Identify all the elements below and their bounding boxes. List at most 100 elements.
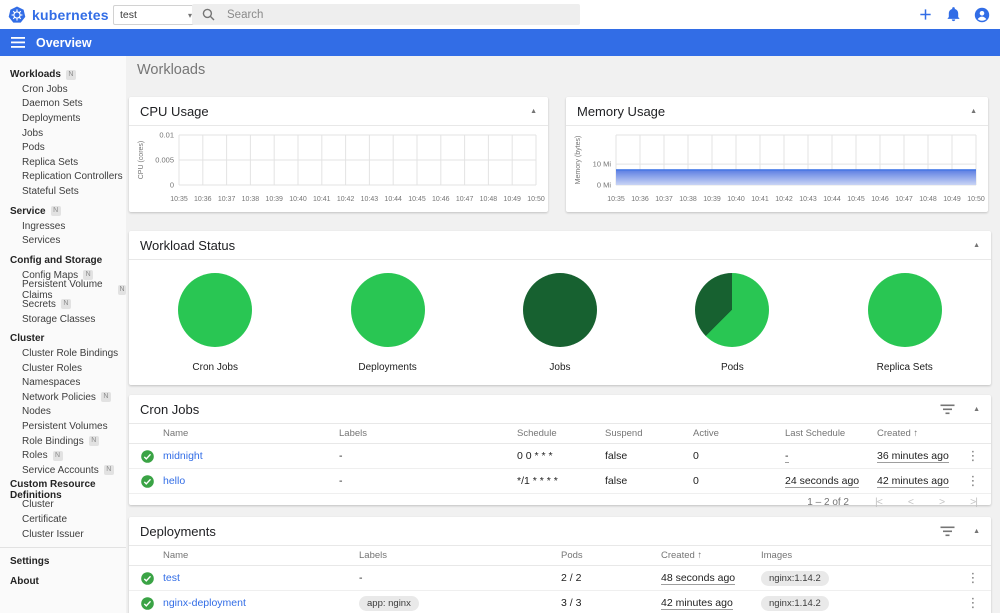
- svg-text:Memory (bytes): Memory (bytes): [575, 136, 582, 185]
- svg-text:10:44: 10:44: [823, 196, 841, 203]
- svg-text:10:43: 10:43: [361, 196, 379, 203]
- search-input[interactable]: [225, 7, 529, 22]
- column-header-name[interactable]: Name: [163, 550, 359, 561]
- sidebar-item-settings[interactable]: Settings: [0, 554, 126, 569]
- cpu-card-title: CPU Usage: [140, 103, 209, 119]
- create-resource-icon[interactable]: [918, 7, 933, 22]
- pie-chart: [178, 273, 253, 347]
- sidebar-section-config-and-storage[interactable]: Config and Storage: [0, 253, 126, 268]
- pagination: 1 – 2 of 2 |< < > >|: [129, 494, 991, 510]
- next-page-button[interactable]: >: [939, 496, 945, 508]
- sidebar-section-custom-resource-definitions[interactable]: Custom Resource Definitions: [0, 479, 126, 501]
- workload-status-pie-jobs: Jobs: [485, 273, 635, 373]
- svg-text:10:50: 10:50: [967, 196, 985, 203]
- column-header-created[interactable]: Created ↑: [877, 428, 955, 439]
- search-icon: [202, 8, 215, 21]
- menu-hamburger-icon[interactable]: [11, 37, 25, 48]
- svg-text:10:42: 10:42: [337, 196, 355, 203]
- row-menu-kebab-icon[interactable]: ⋮: [955, 595, 991, 611]
- sidebar-item-stateful-sets[interactable]: Stateful Sets: [0, 184, 126, 199]
- sidebar-item-cluster-role-bindings[interactable]: Cluster Role Bindings: [0, 346, 126, 361]
- sidebar-item-replication-controllers[interactable]: Replication Controllers: [0, 170, 126, 185]
- images-cell: nginx:1.14.2: [761, 595, 955, 611]
- svg-text:10:40: 10:40: [289, 196, 307, 203]
- sidebar-item-label: Replication Controllers: [22, 171, 123, 183]
- deployment-name-link[interactable]: nginx-deployment: [163, 597, 246, 609]
- deployment-name-link[interactable]: test: [163, 572, 180, 584]
- collapse-icon[interactable]: ▲: [973, 242, 980, 249]
- deployments-column-headers: Name Labels Pods Created ↑ Images: [129, 546, 991, 566]
- sidebar-item-label: Network Policies: [22, 391, 96, 403]
- sidebar-item-namespaces[interactable]: Namespaces: [0, 376, 126, 391]
- sidebar-item-replica-sets[interactable]: Replica Sets: [0, 155, 126, 170]
- kubernetes-logo[interactable]: kubernetes: [8, 6, 109, 24]
- sidebar-item-roles[interactable]: Roles N: [0, 448, 126, 463]
- collapse-icon[interactable]: ▲: [973, 528, 980, 535]
- sidebar-item-service-accounts[interactable]: Service Accounts N: [0, 463, 126, 478]
- filter-icon[interactable]: [940, 404, 955, 415]
- collapse-icon[interactable]: ▲: [970, 108, 977, 115]
- page-title: Workloads: [137, 62, 206, 78]
- sidebar-section-cluster[interactable]: Cluster: [0, 331, 126, 346]
- sidebar-item-ingresses[interactable]: Ingresses: [0, 219, 126, 234]
- account-user-icon[interactable]: [974, 7, 990, 23]
- column-header-labels[interactable]: Labels: [359, 550, 561, 561]
- sidebar-item-pods[interactable]: Pods: [0, 140, 126, 155]
- created-cell: 48 seconds ago: [661, 572, 761, 585]
- column-header-labels[interactable]: Labels: [339, 428, 517, 439]
- column-header-created[interactable]: Created ↑: [661, 550, 761, 561]
- column-header-images[interactable]: Images: [761, 550, 955, 561]
- filter-icon[interactable]: [940, 526, 955, 537]
- first-page-button[interactable]: |<: [875, 496, 883, 508]
- sidebar-item-persistent-volume-claims[interactable]: Persistent Volume Claims N: [0, 279, 126, 301]
- sidebar-item-nodes[interactable]: Nodes: [0, 405, 126, 420]
- sidebar-item-label: Ingresses: [22, 220, 66, 232]
- collapse-icon[interactable]: ▲: [973, 406, 980, 413]
- column-header-last-schedule[interactable]: Last Schedule: [785, 428, 877, 439]
- row-menu-kebab-icon[interactable]: ⋮: [955, 570, 991, 586]
- sidebar-item-cron-jobs[interactable]: Cron Jobs: [0, 82, 126, 97]
- svg-text:10:46: 10:46: [871, 196, 889, 203]
- sidebar-section-service[interactable]: Service N: [0, 204, 126, 219]
- sidebar-item-jobs[interactable]: Jobs: [0, 126, 126, 141]
- sidebar-section-workloads[interactable]: Workloads N: [0, 67, 126, 82]
- sidebar-item-storage-classes[interactable]: Storage Classes: [0, 312, 126, 327]
- previous-page-button[interactable]: <: [908, 496, 914, 508]
- topbar-actions: [918, 0, 990, 29]
- sidebar-item-role-bindings[interactable]: Role Bindings N: [0, 434, 126, 449]
- sidebar-item-cluster-roles[interactable]: Cluster Roles: [0, 361, 126, 376]
- sidebar-item-services[interactable]: Services: [0, 233, 126, 248]
- name-cell: midnight: [163, 450, 339, 462]
- schedule-cell: 0 0 * * *: [517, 450, 553, 462]
- sidebar-item-certificate[interactable]: Certificate: [0, 512, 126, 527]
- column-header-suspend[interactable]: Suspend: [605, 428, 693, 439]
- svg-text:10:39: 10:39: [703, 196, 721, 203]
- sidebar-item-cluster-issuer[interactable]: Cluster Issuer: [0, 527, 126, 542]
- column-header-schedule[interactable]: Schedule: [517, 428, 605, 439]
- sidebar-item-deployments[interactable]: Deployments: [0, 111, 126, 126]
- svg-text:10:38: 10:38: [242, 196, 260, 203]
- sidebar-item-label: Cluster: [22, 499, 54, 511]
- last-page-button[interactable]: >|: [970, 496, 978, 508]
- sidebar-item-persistent-volumes[interactable]: Persistent Volumes: [0, 419, 126, 434]
- cron-jobs-column-headers: Name Labels Schedule Suspend Active Last Sche…: [129, 424, 991, 444]
- sidebar-item-daemon-sets[interactable]: Daemon Sets: [0, 97, 126, 112]
- last-schedule-cell: 24 seconds ago: [785, 475, 877, 488]
- search-bar[interactable]: [192, 4, 580, 25]
- column-header-pods[interactable]: Pods: [561, 550, 661, 561]
- name-cell: hello: [163, 475, 339, 487]
- namespace-selector[interactable]: test ▾: [113, 5, 199, 25]
- svg-text:0.01: 0.01: [159, 131, 174, 140]
- sidebar-item-label: Persistent Volumes: [22, 421, 108, 433]
- sidebar-item-label: Stateful Sets: [22, 185, 79, 197]
- sidebar-item-network-policies[interactable]: Network Policies N: [0, 390, 126, 405]
- column-header-active[interactable]: Active: [693, 428, 785, 439]
- cron-job-name-link[interactable]: hello: [163, 475, 185, 487]
- cron-job-name-link[interactable]: midnight: [163, 450, 203, 462]
- row-menu-kebab-icon[interactable]: ⋮: [955, 448, 991, 464]
- notifications-bell-icon[interactable]: [946, 7, 961, 22]
- column-header-name[interactable]: Name: [163, 428, 339, 439]
- row-menu-kebab-icon[interactable]: ⋮: [955, 473, 991, 489]
- sidebar-item-about[interactable]: About: [0, 574, 126, 589]
- collapse-icon[interactable]: ▲: [530, 108, 537, 115]
